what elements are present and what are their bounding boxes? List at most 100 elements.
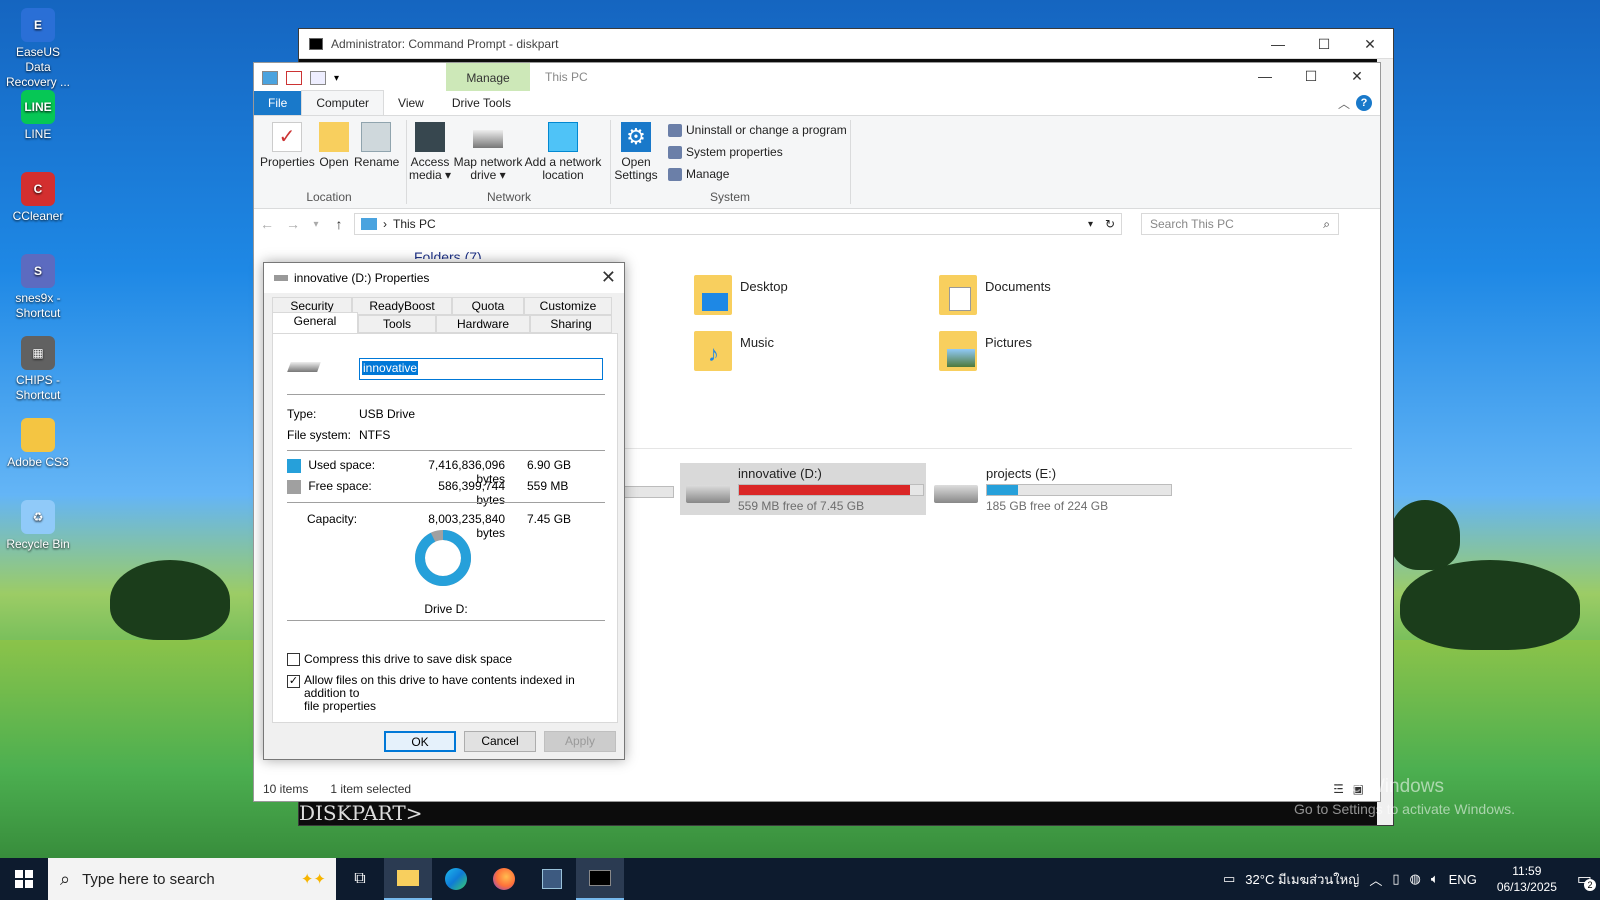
volume-name-input[interactable]: innovative [359,358,603,380]
help-icon[interactable]: ? [1356,95,1372,111]
volume-icon[interactable]: 🔈︎ [1431,871,1439,887]
desktop-icon[interactable]: ▦ CHIPS - Shortcut [4,336,72,403]
properties-check-icon[interactable] [286,71,302,85]
search-icon: ⌕ [60,868,71,889]
index-option[interactable]: ✓ Allow files on this drive to have cont… [287,674,607,713]
tab-readyboost[interactable]: ReadyBoost [352,297,452,315]
tab-view[interactable]: View [384,91,438,115]
divider [287,620,605,621]
recent-dropdown-icon[interactable]: ▾ [306,219,326,230]
folder-icon [694,275,732,315]
apply-button[interactable]: Apply [544,731,616,752]
map-network-drive-button[interactable]: Map network drive ▾ [452,122,524,182]
tab-sharing[interactable]: Sharing [530,315,612,333]
desktop-app-icon: E [21,8,55,42]
folder-music[interactable]: ♪ Music [694,331,774,371]
system-properties-button[interactable]: System properties [668,145,783,159]
cancel-button[interactable]: Cancel [464,731,536,752]
tab-hardware[interactable]: Hardware [436,315,530,333]
desktop-icon-label: Adobe CS3 [7,455,69,469]
properties-button[interactable]: ✓ Properties [260,122,315,169]
tab-file[interactable]: File [254,91,302,115]
folder-documents[interactable]: Documents [939,275,1051,315]
close-icon[interactable]: ✕ [601,267,616,288]
drive-e[interactable]: projects (E:) 185 GB free of 224 GB [928,463,1174,515]
show-hidden-icons-icon[interactable]: ︿ [1369,870,1382,889]
compress-option[interactable]: Compress this drive to save disk space [287,652,512,666]
cmd-titlebar[interactable]: Administrator: Command Prompt - diskpart [299,29,1393,59]
uninstall-program-button[interactable]: Uninstall or change a program [668,123,847,137]
collapse-ribbon-icon[interactable]: ︿ [1338,95,1350,112]
up-icon[interactable]: ↑ [326,216,352,232]
file-explorer-taskbar-icon[interactable] [384,858,432,900]
drive-properties-dialog[interactable]: innovative (D:) Properties ✕ Security Re… [263,262,625,760]
manage-button[interactable]: Manage [668,167,729,181]
index-checkbox[interactable]: ✓ [287,675,300,688]
minimize-icon[interactable]: — [1255,29,1301,59]
tab-computer[interactable]: Computer [301,90,385,115]
tab-drive-tools[interactable]: Drive Tools [438,91,525,115]
tab-manage[interactable]: Manage [446,63,530,91]
ok-button[interactable]: OK [384,731,456,752]
compress-checkbox[interactable] [287,653,300,666]
desktop-icon[interactable]: LINE LINE [4,90,72,142]
notification-center-icon[interactable]: ▭ 2 [1577,869,1596,891]
address-dropdown-icon[interactable]: ▾ [1088,219,1093,230]
desktop-icon[interactable]: C CCleaner [4,172,72,224]
filesystem-value: NTFS [359,428,391,442]
refresh-icon[interactable]: ↻ [1105,217,1115,231]
tab-customize[interactable]: Customize [524,297,612,315]
qat-dropdown-icon[interactable]: ▾ [334,73,339,84]
maximize-icon[interactable]: ☐ [1288,61,1334,91]
forward-icon[interactable]: → [280,216,306,232]
close-icon[interactable]: ✕ [1347,29,1393,59]
task-view-icon[interactable]: ⧉ [336,858,384,900]
drive-usage-fill [739,484,911,495]
dialog-titlebar[interactable]: innovative (D:) Properties ✕ [264,263,624,293]
tabs-row-2: General Tools Hardware Sharing [272,312,612,333]
firefox-icon[interactable] [480,858,528,900]
folder-desktop[interactable]: Desktop [694,275,788,315]
desktop-icon[interactable]: E EaseUS Data Recovery ... [4,8,72,90]
computer-icon[interactable] [262,71,278,85]
address-field[interactable]: › This PC ▾ ↻ [354,213,1122,235]
desktop-icon[interactable]: Adobe CS3 [4,418,72,470]
tab-tools[interactable]: Tools [358,315,436,333]
desktop-icon[interactable]: ♻ Recycle Bin [4,500,72,552]
drive-d[interactable]: innovative (D:) 559 MB free of 7.45 GB [680,463,926,515]
close-icon[interactable]: ✕ [1334,61,1380,91]
taskbar-search-input[interactable]: ⌕ Type here to search ✦✦ [48,858,336,900]
open-settings-button[interactable]: ⚙ Open Settings [614,122,658,182]
desktop-app-icon: ♻ [21,500,55,534]
breadcrumb[interactable]: This PC [393,217,436,231]
network-icon[interactable]: ◍ [1409,871,1420,887]
start-button[interactable] [0,858,48,900]
minimize-icon[interactable]: — [1242,61,1288,91]
language-indicator[interactable]: ENG [1449,872,1477,887]
weather-text[interactable]: 32°C มีเมฆส่วนใหญ่ [1245,869,1359,890]
clock[interactable]: 11:59 06/13/2025 [1497,863,1557,895]
manage-icon [668,167,682,181]
command-prompt-taskbar-icon[interactable] [576,858,624,900]
back-icon[interactable]: ← [254,216,280,232]
tab-quota[interactable]: Quota [452,297,524,315]
new-folder-icon[interactable] [310,71,326,85]
search-icon: ⌕ [1323,216,1330,231]
cmd-prompt[interactable]: DISKPART> [299,801,422,825]
weather-icon[interactable]: ▭ [1223,871,1235,887]
tab-general[interactable]: General [272,312,358,333]
rename-button[interactable]: Rename [354,122,399,169]
add-network-location-button[interactable]: Add a network location [524,122,602,182]
calculator-icon[interactable] [528,858,576,900]
divider [287,394,605,395]
access-media-button[interactable]: Access media ▾ [408,122,452,182]
device-icon[interactable]: ▯ [1392,871,1399,887]
search-input[interactable]: Search This PC ⌕ [1141,213,1339,235]
desktop-icon[interactable]: Ssnes9x - Shortcut [4,254,72,321]
open-button[interactable]: Open [314,122,354,169]
edge-icon[interactable] [432,858,480,900]
desktop-icon-label: Shortcut [15,388,61,402]
folders-header[interactable]: Folders (7) [414,249,482,259]
maximize-icon[interactable]: ☐ [1301,29,1347,59]
folder-pictures[interactable]: Pictures [939,331,1032,371]
